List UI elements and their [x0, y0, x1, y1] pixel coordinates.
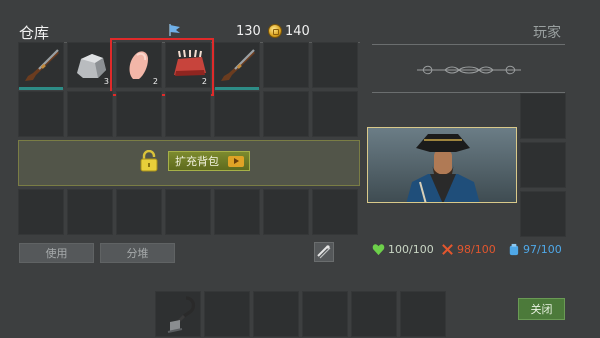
hotbar-slot-1[interactable] [155, 291, 201, 337]
inventory-slot-19[interactable] [214, 189, 260, 235]
equip-slot-3[interactable] [520, 191, 566, 237]
hook-icon [167, 296, 196, 333]
hotbar-slot-6[interactable] [400, 291, 446, 337]
equip-slot-1[interactable] [520, 93, 566, 139]
ornament-divider [415, 62, 523, 76]
inventory-slot-9[interactable] [67, 91, 113, 137]
sort-icon [317, 245, 331, 259]
gem-count: 130 [236, 24, 261, 39]
hotbar-slot-4[interactable] [302, 291, 348, 337]
expand-backpack-button[interactable]: 扩充背包 [168, 151, 250, 171]
inventory-slot-11[interactable] [165, 91, 211, 137]
use-button[interactable]: 使用 [19, 243, 94, 263]
durability-bar [215, 87, 259, 90]
health-stat: 100/100 [372, 243, 434, 256]
inventory-slot-17[interactable] [116, 189, 162, 235]
inventory-slot-8[interactable] [18, 91, 64, 137]
inventory-slot-20[interactable] [263, 189, 309, 235]
play-arrow-icon [228, 156, 244, 167]
inventory-slot-6[interactable] [263, 42, 309, 88]
expand-backpack-label: 扩充背包 [175, 155, 219, 168]
musket-icon [25, 49, 59, 81]
lock-icon [140, 149, 158, 172]
sort-button[interactable] [314, 242, 334, 262]
hotbar-slot-5[interactable] [351, 291, 397, 337]
inventory-slot-1[interactable] [18, 42, 64, 90]
inventory-slot-5[interactable] [214, 42, 260, 90]
ornament-line-top [372, 44, 565, 45]
fork-knife-icon [442, 244, 453, 255]
hunger-stat: 98/100 [441, 243, 496, 256]
close-button[interactable]: 关闭 [518, 298, 565, 320]
player-title: 玩家 [533, 25, 561, 41]
pirate-avatar-icon [406, 134, 480, 202]
selection-highlight [110, 38, 214, 96]
hotbar-slot-2[interactable] [204, 291, 250, 337]
musket-icon [221, 49, 255, 81]
water-bottle-icon [509, 243, 519, 256]
heart-icon [372, 244, 385, 256]
hotbar-slot-3[interactable] [253, 291, 299, 337]
inventory-slot-12[interactable] [214, 91, 260, 137]
inventory-slot-18[interactable] [165, 189, 211, 235]
coin-icon [268, 24, 282, 38]
inventory-slot-15[interactable] [18, 189, 64, 235]
inventory-slot-10[interactable] [116, 91, 162, 137]
thirst-value: 97/100 [523, 243, 562, 256]
gem-flag-icon [168, 22, 182, 36]
inventory-slot-16[interactable] [67, 189, 113, 235]
inventory-slot-13[interactable] [263, 91, 309, 137]
inventory-slot-14[interactable] [312, 91, 358, 137]
health-value: 100/100 [388, 243, 434, 256]
equip-slot-2[interactable] [520, 142, 566, 188]
item-count: 3 [103, 77, 109, 86]
thirst-stat: 97/100 [507, 243, 562, 256]
inventory-slot-2[interactable]: 3 [67, 42, 113, 88]
hunger-value: 98/100 [457, 243, 496, 256]
inventory-slot-7[interactable] [312, 42, 358, 88]
storage-title: 仓库 [19, 24, 50, 42]
player-portrait [367, 127, 517, 203]
durability-bar [19, 87, 63, 90]
inventory-slot-21[interactable] [312, 189, 358, 235]
split-button[interactable]: 分堆 [100, 243, 175, 263]
coin-count: 140 [285, 24, 310, 39]
